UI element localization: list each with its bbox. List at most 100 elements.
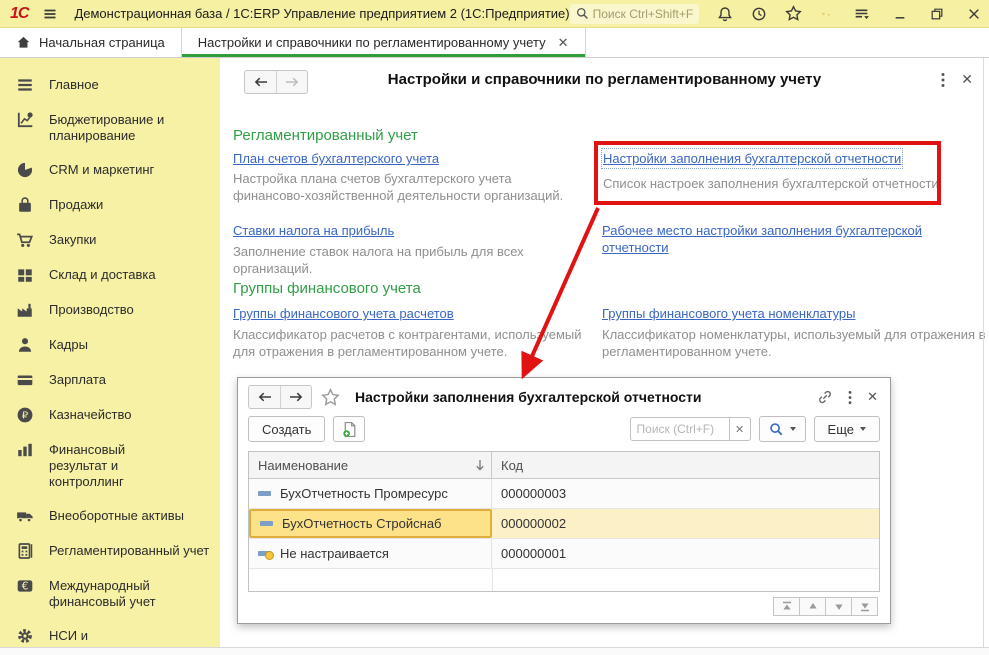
bar-chart-icon — [16, 441, 34, 459]
sidebar-item-proizvodstvo[interactable]: Производство — [0, 293, 220, 328]
favorite-star-icon[interactable] — [321, 388, 340, 407]
table-row[interactable]: БухОтчетность Промресурс 000000003 — [249, 479, 879, 509]
history-icon[interactable] — [751, 5, 768, 22]
sidebar-item-zarplata[interactable]: Зарплата — [0, 363, 220, 398]
euro-icon: € — [16, 577, 34, 595]
create-button[interactable]: Создать — [248, 416, 325, 442]
scrollbar-track[interactable] — [983, 58, 984, 647]
sidebar-item-budget[interactable]: Бюджетирование и планирование — [0, 103, 220, 153]
sidebar-item-zakupki[interactable]: Закупки — [0, 223, 220, 258]
sidebar-item-kadry[interactable]: Кадры — [0, 328, 220, 363]
sidebar: Главное Бюджетирование и планирование CR… — [0, 58, 220, 647]
close-app-icon[interactable] — [966, 5, 983, 22]
minimize-icon[interactable] — [892, 5, 909, 22]
settings-list-window: Настройки заполнения бухгалтерской отчет… — [237, 377, 891, 624]
window-toolbar: Создать ✕ Еще — [238, 411, 890, 446]
sidebar-item-finrezultat[interactable]: Финансовый результат и контроллинг — [0, 433, 220, 499]
link-gfu-nomenklatury[interactable]: Группы финансового учета номенклатуры — [602, 305, 856, 322]
sidebar-item-mezhdunarodny[interactable]: € Международный финансовый учет — [0, 569, 220, 619]
more-button[interactable]: Еще — [814, 416, 880, 442]
tab-home[interactable]: Начальная страница — [0, 28, 182, 57]
sidebar-item-glavnoe[interactable]: Главное — [0, 68, 220, 103]
main-menu-icon[interactable] — [42, 5, 58, 22]
window-more-icon[interactable] — [848, 390, 852, 405]
search-icon — [576, 7, 589, 20]
svg-text:₽: ₽ — [22, 411, 29, 422]
notifications-bell-icon[interactable] — [717, 5, 734, 22]
gear-icon — [16, 627, 34, 645]
link-stavki-naloga[interactable]: Ставки налога на прибыль — [233, 222, 394, 239]
table-row[interactable]: Не настраивается 000000001 — [249, 539, 879, 569]
calculator-icon — [16, 542, 34, 560]
favorites-star-icon[interactable] — [785, 5, 802, 22]
sidebar-item-nsi[interactable]: НСИ и администрирование — [0, 619, 220, 647]
cart-icon — [16, 231, 34, 249]
service-menu-icon[interactable] — [853, 5, 870, 22]
tab-close-icon[interactable]: ✕ — [558, 35, 569, 51]
go-last-button[interactable] — [851, 597, 878, 616]
pie-chart-icon — [16, 161, 34, 179]
go-previous-button[interactable] — [799, 597, 826, 616]
section-title-reg: Регламентированный учет — [233, 127, 418, 144]
sidebar-item-sklad[interactable]: Склад и доставка — [0, 258, 220, 293]
1c-logo: 1С — [10, 5, 28, 23]
list-item-icon — [260, 521, 273, 526]
page-title: Настройки и справочники по регламентиров… — [220, 71, 989, 88]
window-header: Настройки заполнения бухгалтерской отчет… — [238, 378, 890, 411]
column-header-name[interactable]: Наименование — [249, 452, 492, 478]
column-divider — [492, 569, 493, 591]
table-header: Наименование Код — [249, 452, 879, 479]
card-icon — [16, 371, 34, 389]
predefined-item-icon — [258, 551, 271, 556]
sidebar-item-prodazhi[interactable]: Продажи — [0, 188, 220, 223]
go-first-button[interactable] — [773, 597, 800, 616]
window-title: Настройки заполнения бухгалтерской отчет… — [355, 389, 702, 405]
planning-chart-icon — [16, 111, 34, 129]
link-rabochee-mesto[interactable]: Рабочее место настройки заполнения бухга… — [602, 222, 940, 256]
forward-button[interactable] — [280, 386, 311, 408]
desc-stavki-naloga: Заполнение ставок налога на прибыль для … — [233, 243, 573, 277]
list-item-icon — [258, 491, 271, 496]
sidebar-item-reglament[interactable]: Регламентированный учет — [0, 534, 220, 569]
link-plan-schetov[interactable]: План счетов бухгалтерского учета — [233, 150, 439, 167]
page-close-icon[interactable]: ✕ — [961, 71, 973, 88]
desc-plan-schetov: Настройка плана счетов бухгалтерского уч… — [233, 170, 573, 204]
sidebar-item-kaznacheystvo[interactable]: ₽ Казначейство — [0, 398, 220, 433]
grid-icon — [16, 266, 34, 284]
restore-window-icon[interactable] — [929, 5, 946, 22]
sidebar-item-vneoborotnye[interactable]: Внеоборотные активы — [0, 499, 220, 534]
sidebar-item-crm[interactable]: CRM и маркетинг — [0, 153, 220, 188]
search-icon — [769, 422, 784, 437]
table-row-selected[interactable]: БухОтчетность Стройснаб 000000002 — [249, 509, 879, 539]
go-next-button[interactable] — [825, 597, 852, 616]
tabbar: Начальная страница Настройки и справочни… — [0, 28, 989, 58]
global-search-input[interactable] — [593, 7, 693, 21]
bag-icon — [16, 196, 34, 214]
desc-gfu-nomenklatury: Классификатор номенклатуры, используемый… — [602, 326, 989, 360]
clear-search-icon[interactable]: ✕ — [730, 417, 751, 441]
tab-reg-settings[interactable]: Настройки и справочники по регламентиров… — [182, 28, 586, 57]
search-options-button[interactable] — [759, 416, 806, 442]
person-icon — [16, 336, 34, 354]
sort-descending-icon — [475, 459, 485, 472]
window-close-icon[interactable]: ✕ — [867, 389, 878, 405]
page-more-icon[interactable] — [941, 72, 945, 88]
home-icon — [16, 35, 31, 50]
column-header-code[interactable]: Код — [492, 458, 879, 473]
create-group-button[interactable] — [333, 416, 365, 442]
get-link-icon[interactable] — [817, 389, 833, 405]
menu-icon — [16, 76, 34, 94]
back-button[interactable] — [249, 386, 280, 408]
list-navigation — [773, 597, 878, 616]
link-gfu-raschetov[interactable]: Группы финансового учета расчетов — [233, 305, 454, 322]
section-title-groups: Группы финансового учета — [233, 280, 421, 297]
link-nastroyki-zapolneniya[interactable]: Настройки заполнения бухгалтерской отчет… — [603, 150, 901, 167]
main-area: Настройки и справочники по регламентиров… — [220, 58, 989, 647]
list-search-input[interactable] — [630, 417, 730, 441]
discussions-icon[interactable] — [819, 5, 836, 22]
ruble-icon: ₽ — [16, 406, 34, 424]
factory-icon — [16, 301, 34, 319]
desc-nastroyki-zapolneniya: Список настроек заполнения бухгалтерской… — [603, 175, 948, 192]
truck-icon — [16, 507, 34, 525]
global-search[interactable] — [570, 4, 699, 24]
